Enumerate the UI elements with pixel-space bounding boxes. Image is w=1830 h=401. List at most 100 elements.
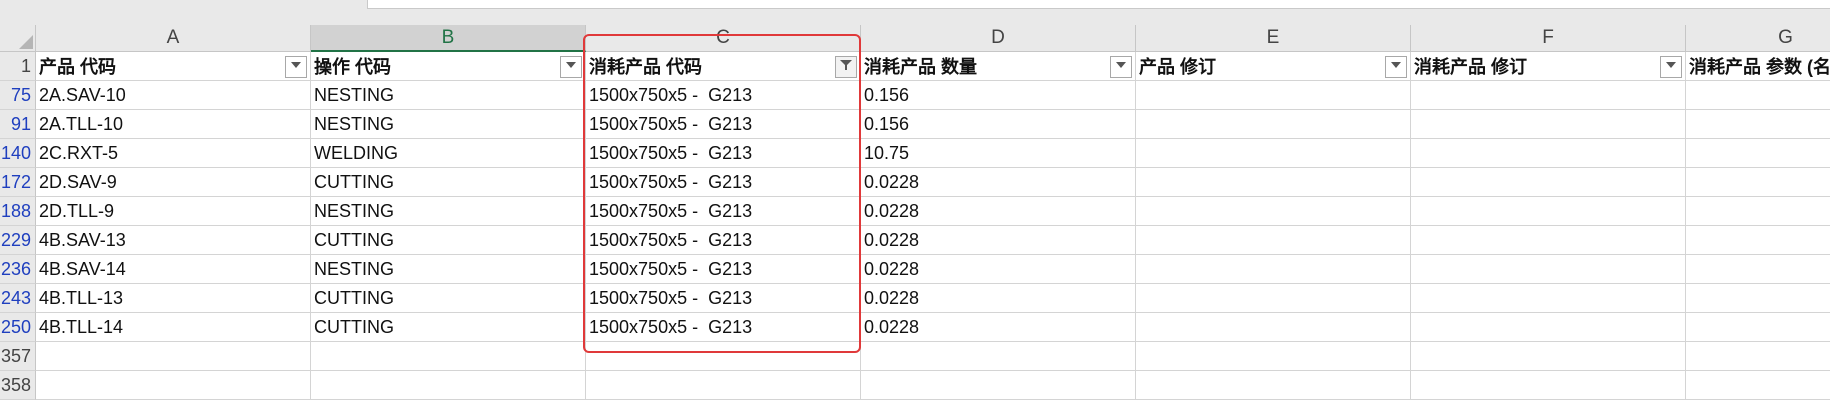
table-cell-f[interactable] <box>1411 168 1686 197</box>
column-header-b[interactable]: B <box>311 25 586 52</box>
column-header-a[interactable]: A <box>36 25 311 52</box>
table-cell-d[interactable]: 0.0228 <box>861 168 1136 197</box>
table-cell-b[interactable] <box>311 342 586 371</box>
table-cell-e[interactable] <box>1136 197 1411 226</box>
filter-dropdown-b[interactable] <box>560 56 582 78</box>
table-cell-c[interactable]: 1500x750x5 - G213 <box>586 197 861 226</box>
table-cell-a[interactable]: 4B.SAV-13 <box>36 226 311 255</box>
table-cell-g[interactable] <box>1686 168 1830 197</box>
column-header-e[interactable]: E <box>1136 25 1411 52</box>
table-cell-e[interactable] <box>1136 371 1411 400</box>
table-cell-f[interactable] <box>1411 139 1686 168</box>
table-cell-f[interactable] <box>1411 81 1686 110</box>
table-cell-f[interactable] <box>1411 226 1686 255</box>
table-cell-d[interactable]: 0.156 <box>861 110 1136 139</box>
row-number[interactable]: 75 <box>0 81 36 110</box>
table-cell-d[interactable]: 10.75 <box>861 139 1136 168</box>
row-number[interactable]: 236 <box>0 255 36 284</box>
table-cell-g[interactable] <box>1686 342 1830 371</box>
row-number[interactable]: 188 <box>0 197 36 226</box>
table-cell-f[interactable] <box>1411 342 1686 371</box>
table-cell-f[interactable] <box>1411 371 1686 400</box>
row-number[interactable]: 357 <box>0 342 36 371</box>
table-cell-c[interactable]: 1500x750x5 - G213 <box>586 139 861 168</box>
table-cell-a[interactable] <box>36 342 311 371</box>
column-header-f[interactable]: F <box>1411 25 1686 52</box>
row-number[interactable]: 172 <box>0 168 36 197</box>
table-cell-b[interactable]: CUTTING <box>311 226 586 255</box>
row-number[interactable]: 91 <box>0 110 36 139</box>
table-cell-c[interactable]: 1500x750x5 - G213 <box>586 226 861 255</box>
row-number[interactable]: 229 <box>0 226 36 255</box>
table-cell-g[interactable] <box>1686 110 1830 139</box>
table-cell-c[interactable]: 1500x750x5 - G213 <box>586 284 861 313</box>
formula-bar[interactable] <box>367 0 1830 9</box>
filter-dropdown-d[interactable] <box>1110 56 1132 78</box>
table-cell-g[interactable] <box>1686 371 1830 400</box>
table-cell-d[interactable]: 0.0228 <box>861 226 1136 255</box>
table-cell-a[interactable] <box>36 371 311 400</box>
table-cell-c[interactable]: 1500x750x5 - G213 <box>586 81 861 110</box>
row-number[interactable]: 243 <box>0 284 36 313</box>
table-cell-c[interactable]: 1500x750x5 - G213 <box>586 255 861 284</box>
table-cell-g[interactable] <box>1686 81 1830 110</box>
table-cell-d[interactable]: 0.0228 <box>861 284 1136 313</box>
table-cell-d[interactable] <box>861 371 1136 400</box>
row-number[interactable]: 140 <box>0 139 36 168</box>
row-number[interactable]: 250 <box>0 313 36 342</box>
table-cell-b[interactable]: CUTTING <box>311 313 586 342</box>
filter-dropdown-e[interactable] <box>1385 56 1407 78</box>
table-cell-f[interactable] <box>1411 284 1686 313</box>
table-cell-a[interactable]: 2D.TLL-9 <box>36 197 311 226</box>
table-cell-c[interactable]: 1500x750x5 - G213 <box>586 168 861 197</box>
table-cell-e[interactable] <box>1136 284 1411 313</box>
table-cell-g[interactable] <box>1686 139 1830 168</box>
table-cell-b[interactable]: CUTTING <box>311 168 586 197</box>
header-cell-f[interactable]: 消耗产品 修订 <box>1411 52 1686 81</box>
table-cell-b[interactable]: NESTING <box>311 255 586 284</box>
table-cell-e[interactable] <box>1136 139 1411 168</box>
filter-dropdown-c[interactable] <box>835 56 857 78</box>
table-cell-e[interactable] <box>1136 168 1411 197</box>
table-cell-a[interactable]: 4B.TLL-14 <box>36 313 311 342</box>
filter-dropdown-f[interactable] <box>1660 56 1682 78</box>
column-header-c[interactable]: C <box>586 25 861 52</box>
table-cell-e[interactable] <box>1136 255 1411 284</box>
table-cell-c[interactable] <box>586 342 861 371</box>
header-cell-g[interactable]: 消耗产品 参数 (名 <box>1686 52 1830 81</box>
table-cell-f[interactable] <box>1411 197 1686 226</box>
table-cell-b[interactable]: NESTING <box>311 81 586 110</box>
column-header-g[interactable]: G <box>1686 25 1830 52</box>
table-cell-d[interactable]: 0.0228 <box>861 197 1136 226</box>
table-cell-g[interactable] <box>1686 255 1830 284</box>
table-cell-g[interactable] <box>1686 284 1830 313</box>
table-cell-a[interactable]: 2A.SAV-10 <box>36 81 311 110</box>
filter-dropdown-a[interactable] <box>285 56 307 78</box>
header-cell-b[interactable]: 操作 代码 <box>311 52 586 81</box>
table-cell-g[interactable] <box>1686 226 1830 255</box>
header-cell-d[interactable]: 消耗产品 数量 <box>861 52 1136 81</box>
table-cell-a[interactable]: 2A.TLL-10 <box>36 110 311 139</box>
table-cell-e[interactable] <box>1136 342 1411 371</box>
table-cell-d[interactable]: 0.0228 <box>861 255 1136 284</box>
header-cell-a[interactable]: 产品 代码 <box>36 52 311 81</box>
table-cell-a[interactable]: 4B.SAV-14 <box>36 255 311 284</box>
table-cell-a[interactable]: 4B.TLL-13 <box>36 284 311 313</box>
header-cell-e[interactable]: 产品 修订 <box>1136 52 1411 81</box>
table-cell-b[interactable] <box>311 371 586 400</box>
table-cell-e[interactable] <box>1136 81 1411 110</box>
column-header-d[interactable]: D <box>861 25 1136 52</box>
table-cell-e[interactable] <box>1136 313 1411 342</box>
table-cell-d[interactable]: 0.156 <box>861 81 1136 110</box>
table-cell-b[interactable]: CUTTING <box>311 284 586 313</box>
table-cell-f[interactable] <box>1411 255 1686 284</box>
select-all-button[interactable] <box>0 25 36 52</box>
row-number[interactable]: 358 <box>0 371 36 400</box>
table-cell-e[interactable] <box>1136 110 1411 139</box>
table-cell-g[interactable] <box>1686 197 1830 226</box>
header-cell-c[interactable]: 消耗产品 代码 <box>586 52 861 81</box>
table-cell-d[interactable]: 0.0228 <box>861 313 1136 342</box>
table-cell-d[interactable] <box>861 342 1136 371</box>
table-cell-b[interactable]: WELDING <box>311 139 586 168</box>
table-cell-a[interactable]: 2C.RXT-5 <box>36 139 311 168</box>
